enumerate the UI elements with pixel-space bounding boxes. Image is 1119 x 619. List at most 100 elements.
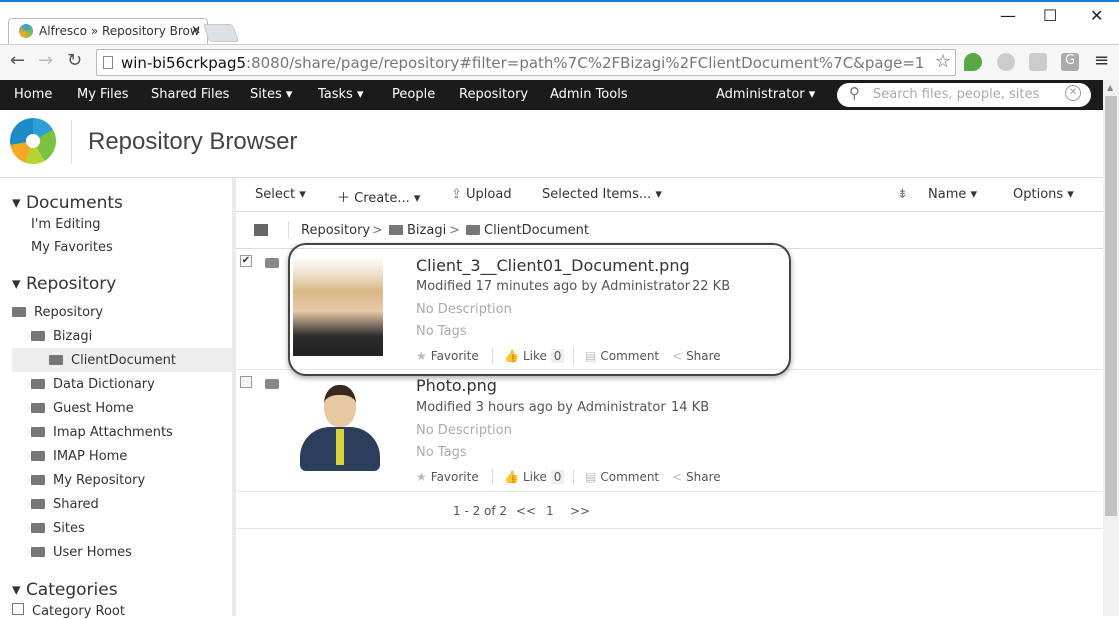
category-icon [12,603,24,615]
breadcrumb-bizagi[interactable]: Bizagi [389,223,446,238]
tree-imap-attachments[interactable]: Imap Attachments [31,425,173,440]
folder-icon [31,547,45,557]
pagination-prev[interactable]: << [516,504,536,518]
close-window-icon[interactable]: ✕ [1090,6,1103,25]
selected-items-menu[interactable]: Selected Items... ▾ [542,187,662,202]
tree-bizagi[interactable]: Bizagi [31,329,92,344]
camera-icon [265,379,279,389]
breadcrumb-separator: > [449,223,460,238]
pagination-next[interactable]: >> [570,504,590,518]
tree-clientdocument[interactable]: ClientDocument [49,353,176,368]
plus-icon: ＋ [337,191,355,206]
divider [573,469,574,485]
browser-tab[interactable]: Alfresco » Repository Brow ✕ [8,18,208,44]
create-menu[interactable]: ＋ Create... ▾ [337,187,420,206]
pagination-page[interactable]: 1 [546,504,554,518]
tree-data-dictionary[interactable]: Data Dictionary [31,377,155,392]
tree-imap-home[interactable]: IMAP Home [31,449,127,464]
select-menu[interactable]: Select ▾ [255,187,306,202]
folder-icon [466,225,480,235]
breadcrumb-repository[interactable]: Repository [301,223,370,238]
highlight-outline [288,243,791,376]
folder-icon [31,379,45,389]
comment-action[interactable]: ▤ Comment [585,470,659,484]
address-bar[interactable]: win-bi56crkpag5:8080/share/page/reposito… [96,49,956,76]
image-extension-icon[interactable] [997,53,1015,71]
folder-icon [12,307,26,317]
row-checkbox[interactable] [240,376,252,388]
tree-guest-home[interactable]: Guest Home [31,401,134,416]
page-icon [103,56,113,69]
file-name-link[interactable]: Photo.png [416,376,497,395]
comment-icon: ▤ [585,470,597,484]
user-menu[interactable]: Administrator ▾ [716,87,815,102]
page-scrollbar[interactable]: ▲ [1103,80,1119,616]
tree-repository[interactable]: Repository [12,305,103,320]
tree-sites[interactable]: Sites [31,521,85,536]
nav-shared-files[interactable]: Shared Files [151,87,229,102]
g-extension-icon[interactable]: G [1061,53,1079,71]
documents-heading[interactable]: ▾ Documents [12,193,123,213]
nav-admin-tools[interactable]: Admin Tools [550,87,628,102]
search-icon: ⚲ [849,84,860,102]
folder-icon [389,225,403,235]
scroll-up-icon[interactable]: ▲ [1107,83,1113,92]
categories-heading[interactable]: ▾ Categories [12,580,118,600]
folder-up-icon[interactable] [254,224,268,236]
file-tags[interactable]: No Tags [416,445,467,460]
repository-heading[interactable]: ▾ Repository [12,274,116,294]
sidebar-my-favorites[interactable]: My Favorites [31,240,113,255]
back-icon[interactable]: ← [10,50,25,71]
nav-my-files[interactable]: My Files [77,87,129,102]
sort-field-menu[interactable]: Name ▾ [928,187,977,202]
maximize-icon[interactable]: ☐ [1043,6,1057,25]
minimize-icon[interactable]: — [1000,6,1016,25]
tree-my-repository[interactable]: My Repository [31,473,145,488]
clear-search-icon[interactable]: ✕ [1065,85,1081,101]
scrollbar-thumb[interactable] [1105,96,1117,516]
forward-icon[interactable]: → [38,50,53,71]
nav-repository[interactable]: Repository [459,87,528,102]
like-count: 0 [550,470,565,484]
breadcrumb-separator: > [372,223,383,238]
alfresco-favicon [19,24,33,38]
folder-icon [49,355,63,365]
favorite-action[interactable]: ★ Favorite [416,470,479,484]
thumbs-up-icon: 👍 [504,470,519,484]
breadcrumb-clientdocument[interactable]: ClientDocument [466,223,589,238]
tab-title: Alfresco » Repository Brow [39,24,200,38]
tree-user-homes[interactable]: User Homes [31,545,132,560]
folder-icon [31,475,45,485]
nav-home[interactable]: Home [14,87,52,102]
new-tab-button[interactable] [202,24,240,42]
evernote-extension-icon[interactable] [964,53,982,71]
row-checkbox[interactable]: ✔ [240,255,252,267]
alfresco-logo[interactable] [10,118,56,164]
divider [492,469,493,485]
nav-sites[interactable]: Sites ▾ [250,87,292,102]
menu-icon[interactable]: ≡ [1094,50,1109,71]
sidebar-im-editing[interactable]: I'm Editing [31,217,100,232]
page-title: Repository Browser [88,128,298,155]
options-menu[interactable]: Options ▾ [1013,187,1074,202]
dropbox-extension-icon[interactable] [1029,53,1047,71]
tree-category-root[interactable]: Category Root [12,603,125,619]
file-size: 14 KB [671,400,710,415]
upload-button[interactable]: ⇪ Upload [451,187,512,202]
close-tab-icon[interactable]: ✕ [191,23,201,37]
tree-shared[interactable]: Shared [31,497,99,512]
sort-direction-icon[interactable]: ⇟ [897,187,908,202]
search-input[interactable]: ⚲ Search files, people, sites ✕ [837,83,1091,107]
bookmark-star-icon[interactable]: ☆ [935,51,951,72]
camera-icon [265,258,279,268]
folder-icon [31,451,45,461]
like-action[interactable]: 👍 Like 0 [504,470,565,484]
nav-tasks[interactable]: Tasks ▾ [318,87,364,102]
share-action[interactable]: < Share [672,470,721,484]
star-icon: ★ [416,470,427,484]
reload-icon[interactable]: ↻ [67,50,82,71]
file-description[interactable]: No Description [416,423,512,438]
nav-people[interactable]: People [392,87,435,102]
file-modified: Modified 3 hours ago by Administrator [416,400,666,415]
document-thumbnail[interactable] [300,383,380,473]
